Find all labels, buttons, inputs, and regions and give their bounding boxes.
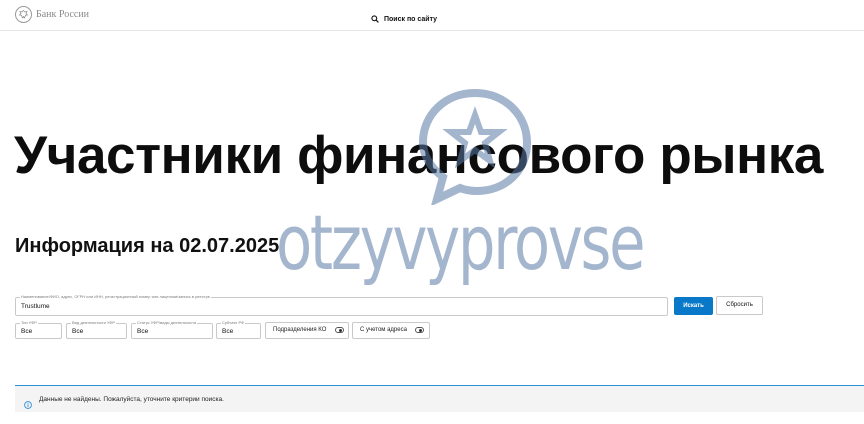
- status-select-label: Статус УФР/виды деятельности: [136, 320, 198, 326]
- subject-select-value: Все: [222, 328, 234, 335]
- type-select[interactable]: Тип УФР Все: [15, 320, 62, 339]
- search-input-label: Наименование/ФИО, адрес, ОГРН или ИНН, р…: [20, 294, 212, 300]
- site-search-link[interactable]: Поиск по сайту: [371, 10, 437, 28]
- activity-select[interactable]: Вид деятельности УФР Все: [66, 320, 127, 339]
- status-select-value: Все: [137, 328, 149, 335]
- address-toggle-label: С учетом адреса: [360, 327, 407, 333]
- site-header: Банк России Поиск по сайту: [0, 0, 864, 31]
- search-button[interactable]: Искать: [674, 297, 713, 315]
- site-search-label: Поиск по сайту: [384, 15, 438, 23]
- no-results-notice: Данные не найдены. Пожалуйста, уточните …: [15, 385, 864, 412]
- watermark: otzyvyprovse: [270, 85, 680, 315]
- bank-logo[interactable]: Банк России: [15, 6, 89, 23]
- info-icon: [24, 396, 32, 414]
- subject-select[interactable]: Субъект РФ Все: [216, 320, 261, 339]
- type-select-label: Тип УФР: [20, 320, 38, 326]
- no-results-message: Данные не найдены. Пожалуйста, уточните …: [39, 396, 224, 403]
- reset-button[interactable]: Сбросить: [716, 296, 763, 315]
- address-toggle[interactable]: С учетом адреса: [352, 322, 430, 339]
- status-select[interactable]: Статус УФР/виды деятельности Все: [131, 320, 213, 339]
- page-title: Участники финансового рынка: [14, 126, 823, 185]
- subject-select-label: Субъект РФ: [221, 320, 246, 326]
- activity-select-label: Вид деятельности УФР: [71, 320, 117, 326]
- type-select-value: Все: [21, 328, 33, 335]
- watermark-text: otzyvyprovse: [276, 198, 646, 287]
- bank-emblem-icon: [15, 6, 32, 23]
- search-input-value: Trustlume: [21, 303, 50, 310]
- toggle-switch-icon[interactable]: [415, 327, 424, 333]
- info-date-heading: Информация на 02.07.2025: [15, 235, 280, 257]
- branches-toggle-label: Подразделения КО: [273, 327, 327, 333]
- activity-select-value: Все: [72, 328, 84, 335]
- branches-toggle[interactable]: Подразделения КО: [265, 322, 349, 339]
- toggle-switch-icon[interactable]: [335, 327, 344, 333]
- search-icon: [371, 10, 379, 28]
- search-input[interactable]: Наименование/ФИО, адрес, ОГРН или ИНН, р…: [15, 294, 668, 316]
- bank-name: Банк России: [36, 9, 90, 20]
